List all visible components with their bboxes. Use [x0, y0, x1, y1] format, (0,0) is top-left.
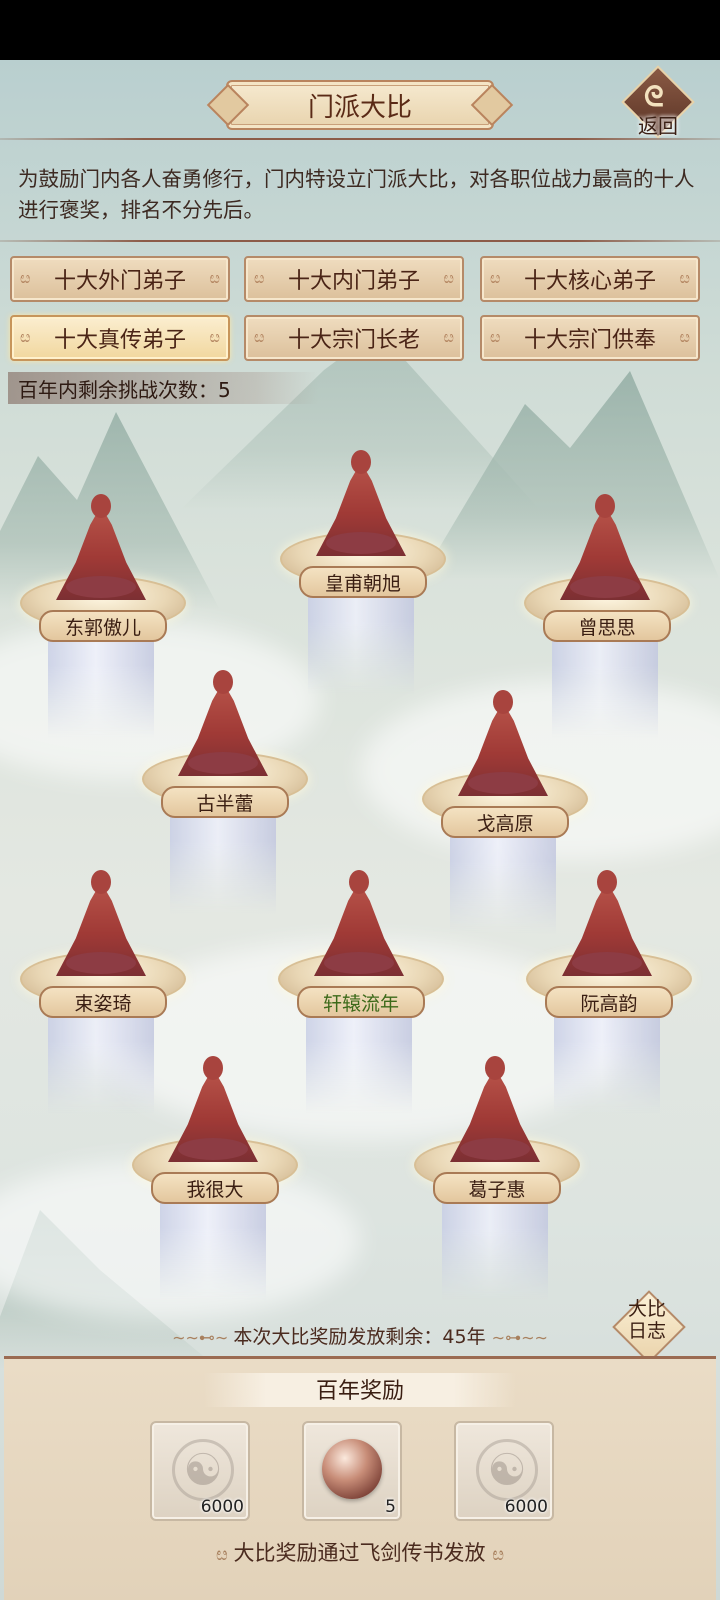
cultivator-figure	[458, 684, 548, 796]
log-label-line1: 大比	[627, 1298, 666, 1320]
seat-name: 皇甫朝旭	[299, 566, 427, 598]
cloud-ornament-icon: ೞ	[209, 327, 220, 346]
cloud-ornament-icon: ೞ	[492, 1544, 504, 1565]
seat-9[interactable]: 我很大	[128, 1050, 298, 1300]
cultivator-figure	[316, 444, 406, 556]
seat-name: 曾思思	[543, 610, 671, 642]
seat-name: 葛子惠	[433, 1172, 561, 1204]
title-plate: 门派大比	[226, 80, 494, 130]
divider	[0, 138, 720, 140]
reward-item[interactable]: ☯ 6000	[454, 1421, 554, 1521]
seat-name: 束姿琦	[39, 986, 167, 1018]
tab-outer-disciples[interactable]: ೞ 十大外门弟子 ೞ	[10, 256, 230, 302]
cultivator-figure	[56, 488, 146, 600]
page-title: 门派大比	[307, 92, 412, 123]
tab-label: 十大内门弟子	[287, 269, 420, 294]
yin-yang-icon: ☯	[476, 1439, 538, 1501]
cloud-ornament-icon: ೞ	[20, 327, 31, 346]
back-label: 返回	[638, 114, 678, 138]
cloud-ornament-icon: ೞ	[216, 1544, 234, 1565]
title-bar: 门派大比	[212, 76, 504, 130]
cloud-ornament-icon: ೞ	[679, 327, 690, 346]
yin-yang-icon: ☯	[172, 1439, 234, 1501]
tab-label: 十大外门弟子	[53, 269, 186, 294]
cloud-ornament-icon: ೞ	[679, 268, 690, 287]
cultivator-figure	[560, 488, 650, 600]
scroll-ornament-icon: ∼∼⊷∼	[172, 1328, 234, 1347]
tab-sect-elders[interactable]: ೞ 十大宗门长老 ೞ	[244, 315, 464, 361]
reward-remaining: 本次大比奖励发放剩余：45年	[233, 1326, 486, 1348]
seat-name: 古半蕾	[161, 786, 289, 818]
tab-label: 十大核心弟子	[523, 269, 656, 294]
seat-name: 东郭傲儿	[39, 610, 167, 642]
cloud-ornament-icon: ೞ	[443, 268, 454, 287]
cultivator-figure	[178, 664, 268, 776]
reward-panel: 百年奖励 ☯ 6000 5 ☯ 6000 ೞ 大比奖励通过飞剑传书发放 ೞ	[4, 1356, 716, 1600]
tab-core-disciples[interactable]: ೞ 十大核心弟子 ೞ	[480, 256, 700, 302]
tab-label: 十大宗门长老	[287, 328, 420, 353]
reward-remaining-row: ∼∼⊷∼ 本次大比奖励发放剩余：45年 ∼⊶∼∼	[0, 1322, 720, 1349]
cloud-ornament-icon: ೞ	[254, 327, 265, 346]
tab-true-disciples[interactable]: ೞ 十大真传弟子 ೞ	[10, 315, 230, 361]
cultivator-figure	[450, 1050, 540, 1162]
reward-header: 百年奖励	[4, 1365, 716, 1413]
reward-note: 大比奖励通过飞剑传书发放	[233, 1541, 486, 1565]
cloud-ornament-icon: ೞ	[443, 327, 454, 346]
cloud-ornament-icon: ೞ	[20, 268, 31, 287]
reward-qty: 5	[385, 1497, 396, 1517]
cloud-ornament-icon: ೞ	[209, 268, 220, 287]
tab-inner-disciples[interactable]: ೞ 十大内门弟子 ೞ	[244, 256, 464, 302]
seat-name: 阮高韵	[545, 986, 673, 1018]
seat-name: 我很大	[151, 1172, 279, 1204]
reward-note-row: ೞ 大比奖励通过飞剑传书发放 ೞ	[4, 1537, 716, 1567]
game-scene: 门派大比 ᘓ 返回 为鼓励门内各人奋勇修行，门内特设立门派大比，对各职位战力最高…	[0, 60, 720, 1600]
remaining-challenges: 百年内剩余挑战次数：5	[8, 372, 318, 404]
back-button[interactable]: ᘓ 返回	[621, 65, 695, 139]
cultivator-figure	[314, 864, 404, 976]
scroll-ornament-icon: ∼⊶∼∼	[491, 1328, 548, 1347]
intro-text: 为鼓励门内各人奋勇修行，门内特设立门派大比，对各职位战力最高的十人进行褒奖，排名…	[18, 167, 695, 222]
orb-icon	[322, 1439, 382, 1499]
seat-10[interactable]: 葛子惠	[410, 1050, 580, 1300]
tab-label: 十大真传弟子	[53, 328, 186, 353]
reward-title: 百年奖励	[315, 1379, 404, 1404]
divider	[0, 240, 720, 242]
cultivator-figure	[56, 864, 146, 976]
reward-item[interactable]: 5	[302, 1421, 402, 1521]
cultivator-figure	[562, 864, 652, 976]
seat-name: 戈高原	[441, 806, 569, 838]
reward-qty: 6000	[504, 1497, 548, 1517]
cloud-ornament-icon: ೞ	[490, 268, 501, 287]
reward-qty: 6000	[200, 1497, 244, 1517]
cloud-ornament-icon: ೞ	[254, 268, 265, 287]
cloud-ornament-icon: ೞ	[490, 327, 501, 346]
tab-sect-patrons[interactable]: ೞ 十大宗门供奉 ೞ	[480, 315, 700, 361]
tab-label: 十大宗门供奉	[523, 328, 656, 353]
reward-item[interactable]: ☯ 6000	[150, 1421, 250, 1521]
seat-2[interactable]: 皇甫朝旭	[276, 444, 446, 694]
seat-name-self: 轩辕流年	[297, 986, 425, 1018]
status-bar	[0, 0, 720, 60]
cultivator-figure	[168, 1050, 258, 1162]
back-icon: ᘓ	[644, 80, 664, 113]
